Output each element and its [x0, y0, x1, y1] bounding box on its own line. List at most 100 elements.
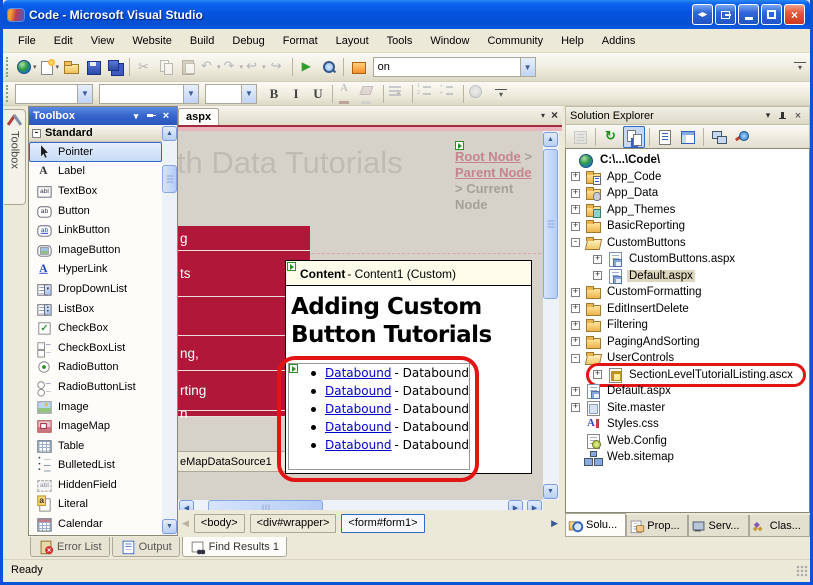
- toolbox-item[interactable]: RadioButtonList: [29, 377, 162, 397]
- toolbar-button[interactable]: ▾: [267, 56, 289, 78]
- tag-nav-right-icon[interactable]: ▶: [551, 518, 558, 529]
- tree-row[interactable]: + App_Code: [566, 169, 809, 186]
- solution-explorer-toolbar-button[interactable]: [654, 126, 676, 148]
- solution-explorer-toolbar-button[interactable]: [595, 128, 596, 146]
- resize-grip[interactable]: [796, 565, 808, 577]
- format-button[interactable]: ▾: [336, 83, 358, 105]
- format-button[interactable]: ▾: [387, 83, 409, 105]
- tree-row[interactable]: + CustomFormatting: [566, 284, 809, 301]
- tree-row[interactable]: + Filtering: [566, 317, 809, 334]
- tree-expander-icon[interactable]: -: [571, 238, 580, 247]
- tree-row[interactable]: + EditInsertDelete: [566, 301, 809, 318]
- tree-item-label[interactable]: CustomFormatting: [605, 286, 704, 298]
- tree-item-label[interactable]: Filtering: [605, 319, 650, 331]
- tree-expander-icon[interactable]: +: [593, 271, 602, 280]
- toolbar-button[interactable]: ▾: [177, 56, 199, 78]
- menu-item[interactable]: Community: [478, 31, 552, 51]
- toolbox-item[interactable]: LinkButton: [29, 220, 162, 240]
- scroll-up-button[interactable]: ▲: [543, 132, 558, 147]
- designer-vertical-scrollbar[interactable]: ▲ ▼: [543, 131, 559, 500]
- toolbox-item[interactable]: CheckBox: [29, 318, 162, 338]
- toolbar-button[interactable]: ▾: [15, 56, 38, 78]
- format-button[interactable]: ▾: [467, 83, 489, 105]
- tree-row[interactable]: + CustomButtons.aspx: [566, 251, 809, 268]
- menu-item[interactable]: View: [82, 31, 124, 51]
- tree-expander-icon[interactable]: -: [571, 354, 580, 363]
- scrollbar-thumb[interactable]: [162, 165, 177, 193]
- solution-explorer-toolbar-button[interactable]: [708, 126, 730, 148]
- toolbar-button[interactable]: ▾: [155, 56, 177, 78]
- solution-explorer-close-button[interactable]: ×: [791, 109, 805, 123]
- tree-row[interactable]: Web.Config: [566, 433, 809, 450]
- toolbar-button[interactable]: ▾: [244, 56, 267, 78]
- toolbar-button[interactable]: ▾: [347, 56, 369, 78]
- format-button[interactable]: ▾: [463, 85, 464, 103]
- toolbox-item[interactable]: Pointer: [29, 142, 162, 162]
- format-button[interactable]: ▾: [358, 83, 380, 105]
- tree-expander-icon[interactable]: +: [593, 370, 602, 379]
- bottom-panel-tab[interactable]: Find Results 1: [182, 537, 287, 557]
- solution-explorer-toolbar-button[interactable]: [731, 126, 753, 148]
- menu-item[interactable]: Website: [123, 31, 181, 51]
- smart-tag-icon[interactable]: [455, 141, 464, 150]
- tag-navigator-button[interactable]: <body>: [194, 514, 245, 533]
- tree-item-label[interactable]: BasicReporting: [605, 220, 687, 232]
- solution-explorer-toolbar-button[interactable]: [600, 126, 622, 148]
- toolbar-button[interactable]: ▾: [292, 58, 293, 76]
- tree-expander-icon[interactable]: +: [571, 337, 580, 346]
- toolbox-item[interactable]: HyperLink: [29, 260, 162, 280]
- document-tab[interactable]: aspx: [178, 108, 219, 125]
- tree-item-label[interactable]: Web.sitemap: [605, 451, 676, 463]
- tree-expander-icon[interactable]: +: [571, 321, 580, 330]
- tool-window-tab[interactable]: Serv...: [688, 515, 749, 537]
- tree-expander-icon[interactable]: +: [593, 255, 602, 264]
- site-nav-item[interactable]: g: [178, 226, 310, 251]
- tool-window-tab[interactable]: Clas...: [749, 515, 810, 537]
- toolbox-item[interactable]: Image: [29, 397, 162, 417]
- tree-item-label[interactable]: Default.aspx: [627, 270, 695, 282]
- tree-row[interactable]: + App_Data: [566, 185, 809, 202]
- tool-window-tab[interactable]: Prop...: [626, 515, 687, 537]
- toolbar-button[interactable]: ▾: [82, 56, 104, 78]
- scroll-down-button[interactable]: ▼: [543, 484, 558, 499]
- toolbox-item[interactable]: Calendar: [29, 514, 162, 534]
- tree-row[interactable]: Styles.css: [566, 416, 809, 433]
- scrollbar-thumb[interactable]: [543, 149, 558, 299]
- tree-expander-icon[interactable]: +: [571, 304, 580, 313]
- scroll-down-button[interactable]: ▼: [162, 519, 177, 534]
- format-button[interactable]: B ▾: [263, 83, 285, 105]
- tree-row[interactable]: + BasicReporting: [566, 218, 809, 235]
- toolbox-item[interactable]: ListBox: [29, 299, 162, 319]
- toolbar-button[interactable]: ▾: [38, 56, 61, 78]
- tree-item-label[interactable]: Web.Config: [605, 435, 669, 447]
- breadcrumb-root-link[interactable]: Root Node: [455, 149, 521, 164]
- toolbar-combo[interactable]: on ▼: [373, 57, 536, 77]
- tag-navigator-button[interactable]: <form#form1>: [341, 514, 424, 533]
- menu-item[interactable]: Tools: [378, 31, 422, 51]
- tree-row[interactable]: - CustomButtons: [566, 235, 809, 252]
- tool-window-tab[interactable]: Solu...: [565, 513, 626, 537]
- toolbar-grip[interactable]: [6, 57, 11, 77]
- format-button[interactable]: ▾: [416, 83, 438, 105]
- auto-hide-pin-button[interactable]: [776, 109, 790, 123]
- format-button[interactable]: I ▾: [285, 83, 307, 105]
- tree-expander-icon[interactable]: +: [571, 205, 580, 214]
- document-close-button[interactable]: ×: [551, 108, 558, 122]
- toolbar-button[interactable]: ▾: [296, 56, 318, 78]
- combo-dropdown-icon[interactable]: ▼: [77, 85, 92, 103]
- style-combo[interactable]: ▼: [15, 84, 93, 104]
- toolbox-close-button[interactable]: ×: [159, 109, 173, 123]
- toolbar-button[interactable]: ▾: [60, 56, 82, 78]
- toolbox-item[interactable]: HiddenField: [29, 475, 162, 495]
- toolbox-item[interactable]: RadioButton: [29, 358, 162, 378]
- window-control-button[interactable]: ×: [784, 4, 805, 25]
- bottom-panel-tab[interactable]: Output: [112, 537, 180, 557]
- toolbar-button[interactable]: ▾: [343, 58, 344, 76]
- window-position-button[interactable]: ▾: [129, 109, 143, 123]
- toolbox-item[interactable]: ImageButton: [29, 240, 162, 260]
- tree-item-label[interactable]: Default.aspx: [605, 385, 673, 397]
- toolbar-options-button[interactable]: [495, 89, 507, 99]
- toolbox-item[interactable]: Label: [29, 162, 162, 182]
- format-button[interactable]: ▾: [332, 85, 333, 103]
- menu-item[interactable]: File: [9, 31, 45, 51]
